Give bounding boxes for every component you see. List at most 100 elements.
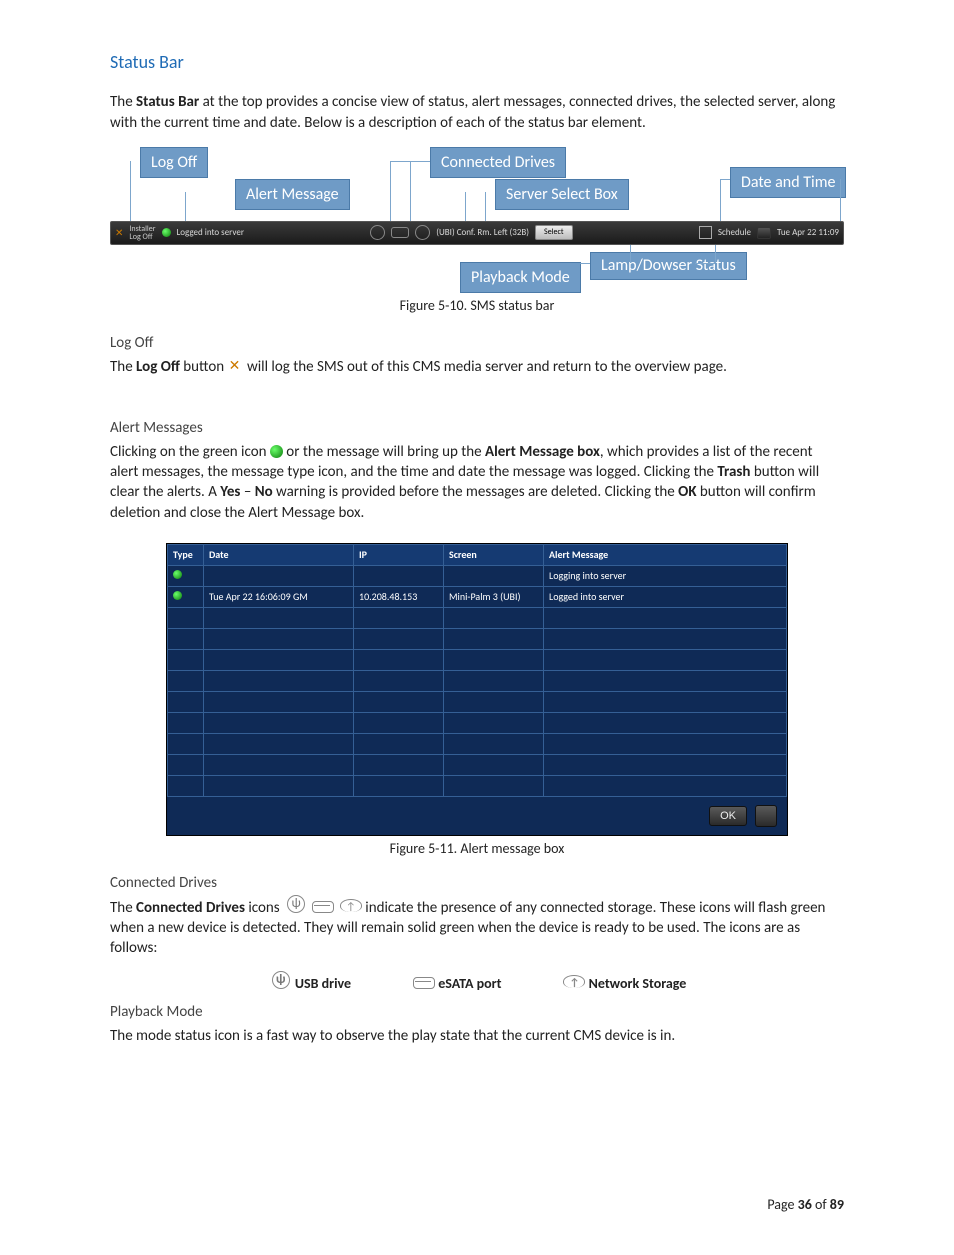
figure-5-11-caption: Figure 5-11. Alert message box	[110, 840, 844, 859]
cell-type	[168, 586, 204, 607]
calendar-icon[interactable]	[699, 226, 712, 239]
cell-date	[204, 649, 354, 670]
server-select-button[interactable]: Select	[535, 225, 573, 240]
cell-screen	[444, 628, 544, 649]
cell-msg	[544, 670, 787, 691]
cell-type	[168, 712, 204, 733]
cell-date	[204, 628, 354, 649]
cell-ip	[354, 670, 444, 691]
cell-date	[204, 565, 354, 586]
alert-table-header: Type Date IP Screen Alert Message	[168, 544, 787, 565]
trash-button[interactable]	[755, 805, 777, 827]
table-row[interactable]	[168, 670, 787, 691]
esata-icon	[310, 897, 334, 917]
playback-mode-heading: Playback Mode	[110, 1002, 844, 1022]
table-row[interactable]: Tue Apr 22 16:06:09 GM10.208.48.153Mini-…	[168, 586, 787, 607]
clock-label: Tue Apr 22 11:09	[777, 227, 839, 239]
usb-icon	[283, 897, 307, 917]
table-row[interactable]	[168, 775, 787, 796]
cell-date	[204, 775, 354, 796]
logoff-paragraph: The Log Off button will log the SMS out …	[110, 357, 844, 377]
status-dot-icon	[173, 570, 182, 579]
cell-type	[168, 565, 204, 586]
table-row[interactable]	[168, 607, 787, 628]
cell-ip	[354, 649, 444, 670]
wrench-icon	[228, 358, 244, 374]
callout-log-off: Log Off	[140, 147, 208, 179]
cell-screen	[444, 754, 544, 775]
col-ip: IP	[354, 544, 444, 565]
status-message: Logged into server	[177, 227, 244, 239]
network-storage-icon	[415, 225, 430, 240]
schedule-label[interactable]: Schedule	[718, 227, 751, 239]
cell-type	[168, 733, 204, 754]
figure-5-10-caption: Figure 5-10. SMS status bar	[110, 297, 844, 316]
page-footer: Page 36 of 89	[110, 1196, 844, 1215]
wrench-icon: ✕	[115, 226, 123, 240]
cell-ip	[354, 607, 444, 628]
table-row[interactable]: Logging into server	[168, 565, 787, 586]
cell-msg	[544, 607, 787, 628]
installer-logoff-button[interactable]: Installer Log Off	[129, 225, 155, 241]
cell-type	[168, 649, 204, 670]
cell-ip	[354, 712, 444, 733]
cell-ip	[354, 628, 444, 649]
callout-server-select: Server Select Box	[495, 179, 629, 211]
cell-type	[168, 775, 204, 796]
cell-msg	[544, 754, 787, 775]
server-room-label: (UBI) Conf. Rm. Left (32B)	[436, 227, 529, 239]
col-msg: Alert Message	[544, 544, 787, 565]
cell-screen	[444, 712, 544, 733]
drive-icon-legend: USB drive eSATA port Network Storage	[110, 973, 844, 994]
cell-screen	[444, 649, 544, 670]
cell-msg: Logged into server	[544, 586, 787, 607]
table-row[interactable]	[168, 712, 787, 733]
table-row[interactable]	[168, 754, 787, 775]
cell-screen	[444, 775, 544, 796]
cell-screen	[444, 607, 544, 628]
col-screen: Screen	[444, 544, 544, 565]
status-dot-icon[interactable]	[162, 228, 171, 237]
cell-type	[168, 754, 204, 775]
esata-icon	[411, 973, 435, 993]
cell-type	[168, 628, 204, 649]
alerts-heading: Alert Messages	[110, 418, 844, 438]
ok-button[interactable]: OK	[709, 806, 747, 826]
status-dot-icon	[173, 591, 182, 600]
table-row[interactable]	[168, 733, 787, 754]
cell-msg: Logging into server	[544, 565, 787, 586]
callout-date-time: Date and Time	[730, 167, 846, 199]
table-row[interactable]	[168, 628, 787, 649]
cell-date	[204, 670, 354, 691]
callout-lamp-dowser: Lamp/Dowser Status	[590, 252, 747, 280]
sms-status-bar: ✕ Installer Log Off Logged into server (…	[110, 221, 844, 245]
cell-screen	[444, 670, 544, 691]
section-title: Status Bar	[110, 50, 844, 74]
cell-msg	[544, 628, 787, 649]
cell-screen	[444, 691, 544, 712]
cell-screen	[444, 733, 544, 754]
cell-msg	[544, 712, 787, 733]
cell-type	[168, 670, 204, 691]
cell-date	[204, 691, 354, 712]
playback-mode-paragraph: The mode status icon is a fast way to ob…	[110, 1026, 844, 1046]
cell-ip	[354, 754, 444, 775]
cell-date	[204, 733, 354, 754]
cell-type	[168, 691, 204, 712]
lamp-dowser-icon	[757, 227, 771, 239]
logoff-heading: Log Off	[110, 333, 844, 353]
usb-icon	[268, 973, 292, 993]
cell-msg	[544, 649, 787, 670]
cell-date	[204, 712, 354, 733]
table-row[interactable]	[168, 649, 787, 670]
cell-screen	[444, 565, 544, 586]
connected-drives-heading: Connected Drives	[110, 873, 844, 893]
cell-ip	[354, 691, 444, 712]
usb-icon	[370, 225, 385, 240]
cell-ip	[354, 733, 444, 754]
cell-ip	[354, 775, 444, 796]
cell-ip: 10.208.48.153	[354, 586, 444, 607]
intro-paragraph: The Status Bar at the top provides a con…	[110, 92, 844, 133]
cell-ip	[354, 565, 444, 586]
table-row[interactable]	[168, 691, 787, 712]
